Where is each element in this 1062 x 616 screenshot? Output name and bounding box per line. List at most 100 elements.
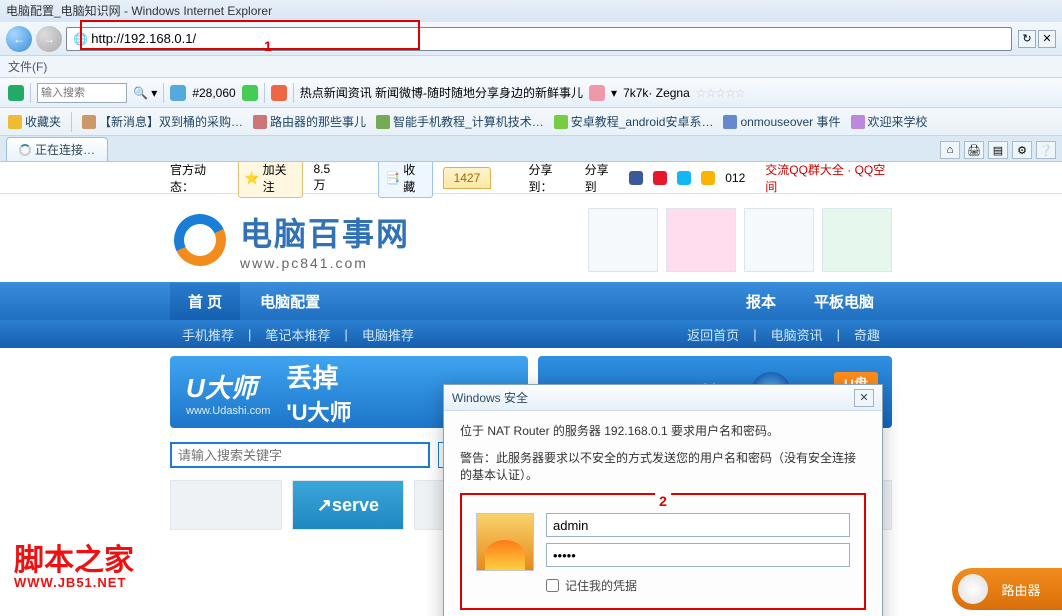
subnav-item[interactable]: 电脑资讯 [759,325,835,344]
ad-tile[interactable] [666,208,736,272]
banner-brand: U大师 [186,368,270,405]
bookmark-item[interactable]: onmouseover 事件 [723,113,840,130]
page-icon [723,115,737,129]
flame-icon[interactable] [271,85,287,101]
subnav-item[interactable]: 返回首页 [675,325,751,344]
dialog-body: 位于 NAT Router 的服务器 192.168.0.1 要求用户名和密码。… [444,411,882,616]
watermark: 脚本之家 WWW.JB51.NET [14,535,134,590]
separator [30,83,31,103]
address-bar[interactable]: 🌐 [66,27,1012,51]
site-logo[interactable]: 电脑百事网 www.pc841.com [170,209,410,271]
back-button[interactable]: ← [6,26,32,52]
browser-tab[interactable]: 正在连接… [6,137,108,161]
remember-checkbox-label[interactable]: 记住我的凭据 [546,577,850,594]
window-titlebar: 电脑配置_电脑知识网 - Windows Internet Explorer [0,0,1062,22]
star-icon [8,115,22,129]
nav-pc-config[interactable]: 电脑配置 [242,283,338,320]
remember-checkbox[interactable] [546,579,559,592]
url-input[interactable] [91,31,1005,46]
nav-tablet[interactable]: 平板电脑 [796,283,892,320]
tools-icon[interactable]: ⚙ [1012,141,1032,159]
favorites-button[interactable]: 收藏夹 [8,113,61,130]
follow-button[interactable]: ⭐加关注 [238,162,304,198]
password-input[interactable] [546,543,850,567]
corner-badge[interactable]: 路由器 [952,568,1062,610]
separator [264,83,265,103]
footer-tile[interactable] [170,480,282,530]
toolbar-row: 🔍 ▾ #28,060 热点新闻资讯 新闻微博-随时随地分享身边的新鲜事儿 ▾ … [0,78,1062,108]
site-icon: 🌐 [73,32,88,46]
page-icon [253,115,267,129]
rating-stars: ☆☆☆☆☆ [696,86,745,100]
toolbar-icon[interactable] [589,85,605,101]
browser-nav-row: ← → 🌐 ↻ ✕ [0,22,1062,56]
loading-spinner-icon [19,144,31,156]
menu-file[interactable]: 文件(F) [8,60,47,74]
toolbar-search-input[interactable] [37,83,127,103]
home-icon[interactable]: ⌂ [940,141,960,159]
label: 官方动态： [170,162,228,195]
subnav-item[interactable]: 奇趣 [842,325,892,344]
dialog-titlebar[interactable]: Windows 安全 ✕ [444,385,882,411]
forward-button[interactable]: → [36,26,62,52]
share-icon[interactable] [701,171,715,185]
refresh-button[interactable]: ↻ [1018,30,1036,48]
share-icon[interactable] [653,171,667,185]
subnav-item[interactable]: 电脑推荐 [350,325,426,344]
banner-slogan: 'U大师 [286,395,351,427]
page-icon [554,115,568,129]
dialog-close-button[interactable]: ✕ [854,389,874,407]
username-input[interactable] [546,513,850,537]
bookmark-item[interactable]: 【新消息】双到桶的采购… [82,113,243,130]
ad-tile[interactable] [822,208,892,272]
stop-button[interactable]: ✕ [1038,30,1056,48]
share-icon[interactable] [677,171,691,185]
auth-dialog: Windows 安全 ✕ 位于 NAT Router 的服务器 192.168.… [443,384,883,616]
banner-slogan-big: 丢掉 [286,358,351,395]
promo-link[interactable]: 交流QQ群大全 · QQ空间 [765,162,892,195]
page-icon[interactable]: ▤ [988,141,1008,159]
help-icon[interactable]: ❔ [1036,141,1056,159]
annotation-number-2: 2 [655,493,671,509]
header-ads [588,208,892,272]
bookmark-item[interactable]: 智能手机教程_计算机技术… [376,113,544,130]
tab-tools: ⌂ 🖨 ▤ ⚙ ❔ [940,141,1056,161]
toolbar-icon[interactable] [170,85,186,101]
tab-strip: 正在连接… ⌂ 🖨 ▤ ⚙ ❔ [0,136,1062,162]
nav-home[interactable]: 首 页 [170,283,240,320]
credentials-block: 2 记住我的凭据 [460,493,866,610]
page-viewport: 官方动态： ⭐加关注 8.5万 📑收藏 1427 分享到： 分享到 012 交流… [0,162,1062,616]
banner-url: www.Udashi.com [186,405,270,417]
share-to-label: 分享到 [585,162,620,195]
bookmark-item[interactable]: 路由器的那些事儿 [253,113,366,130]
print-icon[interactable]: 🖨 [964,141,984,159]
toolbar-link[interactable]: 7k7k· Zegna [623,86,690,100]
toolbar-news[interactable]: 热点新闻资讯 新闻微博-随时随地分享身边的新鲜事儿 [300,84,583,101]
remember-text: 记住我的凭据 [565,577,637,594]
ad-tile[interactable] [744,208,814,272]
separator [163,83,164,103]
site-search-input[interactable] [170,442,430,468]
logo-title: 电脑百事网 [240,209,410,255]
bookmark-item[interactable]: 欢迎来学校 [851,113,928,130]
bookmark-item[interactable]: 安卓教程_android安卓系… [554,113,714,130]
ad-tile[interactable] [588,208,658,272]
toolbar-search-go[interactable]: 🔍 ▾ [133,86,157,100]
site-sub-toolbar: 官方动态： ⭐加关注 8.5万 📑收藏 1427 分享到： 分享到 012 交流… [0,162,1062,194]
subnav-item[interactable]: 笔记本推荐 [253,325,342,344]
dialog-message-2: 警告：此服务器要求以不安全的方式发送您的用户名和密码（没有安全连接的基本认证）。 [460,450,866,484]
page-icon [82,115,96,129]
count-tab[interactable]: 1427 [443,167,492,189]
follower-count: 8.5万 [313,162,341,193]
logo-subtitle: www.pc841.com [240,255,410,271]
share-label: 分享到： [529,162,575,195]
share-icon[interactable] [629,171,643,185]
share-count: 012 [725,171,745,185]
menu-bar: 文件(F) [0,56,1062,78]
toolbar-icon[interactable] [242,85,258,101]
footer-serve-tile[interactable]: ↗serve [292,480,404,530]
nav-item[interactable]: 报本 [728,283,794,320]
page-icon [851,115,865,129]
subnav-item[interactable]: 手机推荐 [170,325,246,344]
collect-button[interactable]: 📑收藏 [378,162,432,198]
